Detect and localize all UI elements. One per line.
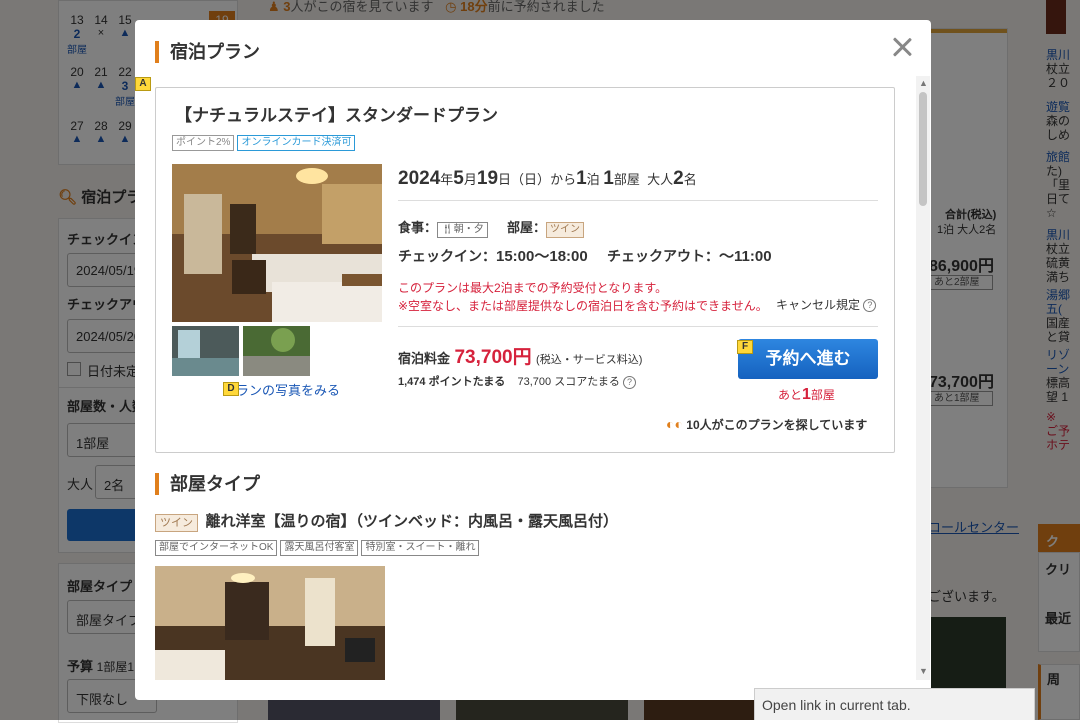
remaining-rooms: あと1部屋 — [778, 386, 835, 403]
hint-badge-d: D — [223, 382, 239, 396]
room-tag-special: 特別室・スイート・離れ — [361, 540, 480, 556]
modal-scrollbar[interactable]: ▲ ▼ — [916, 76, 930, 680]
meal-row: 食事： 🍴︎朝・夕 — [398, 217, 491, 238]
eyes-icon: ◐◐ — [666, 416, 683, 432]
plan-thumb-1[interactable] — [172, 326, 239, 376]
plan-tags: ポイント2% オンラインカード決済可 — [172, 132, 358, 151]
plan-name: 【ナチュラルステイ】スタンダードプラン — [175, 106, 498, 125]
close-icon[interactable] — [890, 35, 914, 59]
room-tags: 部屋でインターネットOK 露天風呂付客室 特別室・スイート・離れ — [155, 537, 482, 556]
status-bar: Open link in current tab. — [754, 688, 1035, 720]
card-payment-tag: オンラインカード決済可 — [237, 135, 356, 151]
plan-photos-link[interactable]: ランの写真をみる — [236, 380, 340, 399]
scroll-up-icon[interactable]: ▲ — [919, 78, 928, 88]
checkout-row: チェックアウト：〜11:00 — [607, 248, 772, 265]
room-photo[interactable] — [155, 566, 385, 680]
plan-viewers: ◐◐ 10人がこのプランを探しています — [666, 416, 868, 432]
plan-modal: 宿泊プラン ▲ ▼ A 【ナチュラルステイ】スタンダードプラン ポイント2% オン… — [135, 20, 931, 700]
checkin-row: チェックイン：15:00〜18:00 — [398, 248, 588, 265]
plan-main-photo[interactable] — [172, 164, 382, 322]
room-tag-internet: 部屋でインターネットOK — [155, 540, 278, 556]
room-type-tag: ツイン — [546, 222, 585, 238]
room-tag-open-bath: 露天風呂付客室 — [280, 540, 359, 556]
plan-card: 【ナチュラルステイ】スタンダードプラン ポイント2% オンラインカード決済可 D… — [155, 87, 895, 453]
modal-title: 宿泊プラン — [155, 41, 260, 63]
points-tag: ポイント2% — [172, 135, 235, 151]
room-row: 部屋： ツイン — [507, 217, 587, 238]
book-button[interactable]: 予約へ進む — [738, 339, 878, 379]
plan-price: 73,700円 — [454, 347, 532, 368]
cutlery-icon: 🍴︎ — [441, 224, 454, 235]
cancel-policy-link[interactable]: キャンセル規定 ? — [776, 296, 877, 313]
hint-badge-a: A — [135, 77, 151, 91]
points-row: 1,474 ポイントたまる 73,700 スコアたまる ? — [398, 373, 636, 389]
room-name-row: ツイン 離れ洋室【温りの宿】（ツインベッド：内風呂・露天風呂付） — [155, 510, 618, 532]
room-type-badge: ツイン — [155, 514, 198, 532]
meal-value-tag: 🍴︎朝・夕 — [437, 222, 488, 238]
room-type-heading: 部屋タイプ — [155, 473, 260, 495]
price-row: 宿泊料金 73,700円 (税込・サービス料込) — [398, 347, 643, 368]
scrollbar-thumb[interactable] — [919, 92, 927, 206]
scroll-down-icon[interactable]: ▼ — [919, 666, 928, 676]
plan-notice-2: ※空室なし、または部屋提供なしの宿泊日を含む予約はできません。 — [398, 299, 768, 313]
plan-notice-1: このプランは最大2泊までの予約受付となります。 — [398, 281, 668, 295]
help-icon: ? — [622, 375, 636, 389]
help-icon: ? — [863, 299, 877, 313]
hint-badge-f: F — [737, 340, 753, 354]
plan-thumb-2[interactable] — [243, 326, 310, 376]
plan-date-line: 2024年5月19日（日）から1泊 1部屋 大人2名 — [398, 168, 697, 189]
room-name: 離れ洋室【温りの宿】（ツインベッド：内風呂・露天風呂付） — [205, 513, 618, 530]
